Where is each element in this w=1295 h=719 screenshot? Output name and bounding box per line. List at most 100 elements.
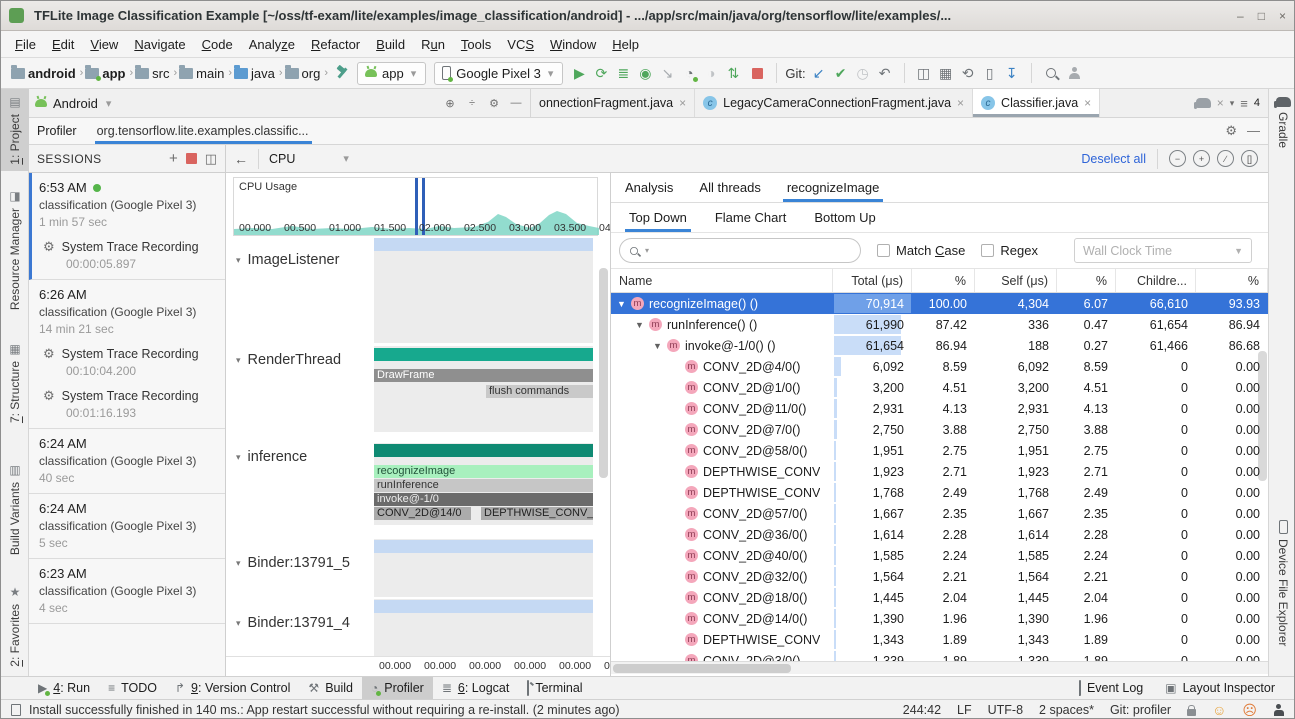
hidden-tabs-icon[interactable]: ≡ — [1240, 96, 1248, 111]
column-header-[interactable]: % — [1196, 269, 1268, 292]
commit-icon[interactable]: ✔ — [830, 62, 852, 84]
hide-panel-icon[interactable]: — — [508, 95, 524, 111]
trace-recording-item[interactable]: ⚙System Trace Recording00:10:04.200 — [39, 346, 217, 378]
apply-code-changes-icon[interactable]: ≣ — [612, 62, 634, 84]
stop-icon[interactable] — [746, 62, 768, 84]
reset-zoom-icon[interactable]: ∕ — [1217, 150, 1234, 167]
profiler-label[interactable]: Profiler — [37, 124, 77, 138]
thread-state-bar[interactable] — [374, 600, 593, 613]
thread-state-bar[interactable] — [374, 348, 593, 361]
session-item[interactable]: 6:26 AMclassification (Google Pixel 3)14… — [29, 280, 225, 429]
menu-window[interactable]: Window — [542, 34, 604, 55]
rollback-icon[interactable]: ↶ — [874, 62, 896, 84]
indent-setting[interactable]: 2 spaces* — [1039, 703, 1094, 717]
table-row[interactable]: mDEPTHWISE_CONV1,7682.491,7682.4900.00 — [611, 482, 1268, 503]
menu-run[interactable]: Run — [413, 34, 453, 55]
regex-checkbox[interactable]: Regex — [981, 243, 1038, 258]
column-header-[interactable]: % — [912, 269, 975, 292]
table-row[interactable]: mCONV_2D@4/0()6,0928.596,0928.5900.00 — [611, 356, 1268, 377]
lock-icon[interactable] — [1187, 709, 1196, 716]
breadcrumb-src[interactable]: src — [135, 66, 169, 81]
stop-recording-icon[interactable] — [186, 153, 197, 164]
thread-name[interactable]: ▾ImageListener — [236, 252, 339, 268]
sidebar-item-1-project[interactable]: ▤1: Project — [1, 89, 29, 171]
close-tab-icon[interactable]: × — [679, 96, 686, 110]
window-maximize-button[interactable]: □ — [1258, 9, 1265, 23]
close-tab-icon[interactable]: × — [957, 96, 964, 110]
sidebar-item-2-favorites[interactable]: ★2: Favorites — [1, 579, 29, 673]
trace-recording-item[interactable]: ⚙System Trace Recording00:00:05.897 — [39, 239, 217, 271]
table-row[interactable]: mCONV_2D@40/0()1,5852.241,5852.2400.00 — [611, 545, 1268, 566]
toolwindow-6-logcat[interactable]: ≣6: Logcat — [433, 677, 519, 699]
breadcrumb-java[interactable]: java — [234, 66, 275, 81]
expand-panel-icon[interactable]: ◫ — [205, 151, 217, 167]
toolwindow-4-run[interactable]: ▶4: Run — [29, 677, 99, 699]
run-config-select[interactable]: app ▾ — [357, 62, 426, 85]
profiler-settings-icon[interactable]: ⚙ — [1225, 123, 1237, 139]
menu-build[interactable]: Build — [368, 34, 413, 55]
column-header-total-s[interactable]: Total (μs) — [833, 269, 912, 292]
toolwindow-profiler[interactable]: ◔Profiler — [362, 677, 433, 699]
table-hscrollbar[interactable] — [611, 661, 1268, 674]
sidebar-item-gradle[interactable]: Gradle — [1269, 91, 1295, 154]
menu-edit[interactable]: Edit — [44, 34, 82, 55]
collapse-all-icon[interactable]: ÷ — [464, 95, 480, 111]
sidebar-item-build-variants[interactable]: ▥Build Variants — [1, 457, 29, 561]
project-view-select[interactable]: Android — [53, 96, 98, 111]
thread-name[interactable]: ▾Binder:13791_5 — [236, 555, 350, 571]
build-hammer-icon[interactable] — [332, 63, 352, 83]
table-row[interactable]: mCONV_2D@32/0()1,5642.211,5642.2100.00 — [611, 566, 1268, 587]
window-minimize-button[interactable]: – — [1237, 9, 1244, 23]
updates-icon[interactable] — [1273, 704, 1284, 716]
deselect-all-link[interactable]: Deselect all — [1081, 152, 1146, 166]
table-row[interactable]: mCONV_2D@57/0()1,6672.351,6672.3500.00 — [611, 503, 1268, 524]
zoom-out-icon[interactable]: − — [1169, 150, 1186, 167]
timeline-scrollbar[interactable] — [599, 268, 608, 478]
table-row[interactable]: mCONV_2D@14/0()1,3901.961,3901.9600.00 — [611, 608, 1268, 629]
expand-arrow-icon[interactable]: ▼ — [635, 320, 645, 330]
device-manager-icon[interactable]: ▯ — [979, 62, 1001, 84]
run-configurations-icon[interactable]: ▦ — [935, 62, 957, 84]
table-row[interactable]: mDEPTHWISE_CONV1,3431.891,3431.8900.00 — [611, 629, 1268, 650]
match-case-checkbox[interactable]: Match Case — [877, 243, 965, 258]
table-row[interactable]: mCONV_2D@3/0()1,3391.891,3391.8900.00 — [611, 650, 1268, 661]
table-row[interactable]: mCONV_2D@11/0()2,9314.132,9314.1300.00 — [611, 398, 1268, 419]
step-over-icon[interactable]: ◑ — [700, 62, 722, 84]
trace-span-runinference[interactable]: runInference — [374, 479, 593, 492]
profiler-hide-icon[interactable]: — — [1247, 123, 1260, 139]
close-icon[interactable]: × — [1217, 96, 1224, 110]
expand-arrow-icon[interactable]: ▼ — [617, 299, 627, 309]
trace-span-flush-commands[interactable]: flush commands — [486, 385, 593, 398]
toolwindow-build[interactable]: ⚒Build — [299, 677, 362, 699]
trace-recording-item[interactable]: ⚙System Trace Recording00:01:16.193 — [39, 388, 217, 420]
menu-navigate[interactable]: Navigate — [126, 34, 193, 55]
menu-tools[interactable]: Tools — [453, 34, 499, 55]
gradle-file-icon[interactable] — [1196, 98, 1211, 108]
history-icon[interactable]: ◷ — [852, 62, 874, 84]
sad-face-icon[interactable]: ☹ — [1242, 702, 1257, 719]
profile-restart-icon[interactable]: ⇅ — [722, 62, 744, 84]
search-everywhere-icon[interactable] — [1040, 62, 1062, 84]
editor-tab-legacycameraconnectionfragment-java[interactable]: cLegacyCameraConnectionFragment.java× — [695, 89, 973, 117]
attach-debugger-icon[interactable]: ↘ — [656, 62, 678, 84]
profile-icon[interactable]: ◔ — [678, 62, 700, 84]
menu-vcs[interactable]: VCS — [499, 34, 542, 55]
editor-tab-onnectionfragment-java[interactable]: onnectionFragment.java× — [531, 89, 695, 117]
breadcrumb-org[interactable]: org — [285, 66, 321, 81]
zoom-in-icon[interactable]: + — [1193, 150, 1210, 167]
menu-help[interactable]: Help — [604, 34, 647, 55]
trace-span-invoke-1-0[interactable]: invoke@-1/0 — [374, 493, 593, 506]
encoding[interactable]: UTF-8 — [988, 703, 1023, 717]
selection-start-line[interactable] — [415, 178, 418, 235]
zoom-to-selection-icon[interactable]: [] — [1241, 150, 1258, 167]
toolwindow-event-log[interactable]: Event Log — [1070, 679, 1152, 697]
column-header-name[interactable]: Name — [611, 269, 833, 292]
table-row[interactable]: mDEPTHWISE_CONV1,9232.711,9232.7100.00 — [611, 461, 1268, 482]
back-icon[interactable]: ← — [234, 151, 248, 167]
add-session-icon[interactable]: + — [169, 150, 178, 167]
table-row[interactable]: ▼mrunInference() ()61,99087.423360.4761,… — [611, 314, 1268, 335]
menu-refactor[interactable]: Refactor — [303, 34, 368, 55]
trace-span-depthwise-conv[interactable]: DEPTHWISE_CONV_... — [481, 507, 593, 520]
close-tab-icon[interactable]: × — [1084, 96, 1091, 110]
column-header-childre[interactable]: Childre... — [1116, 269, 1196, 292]
